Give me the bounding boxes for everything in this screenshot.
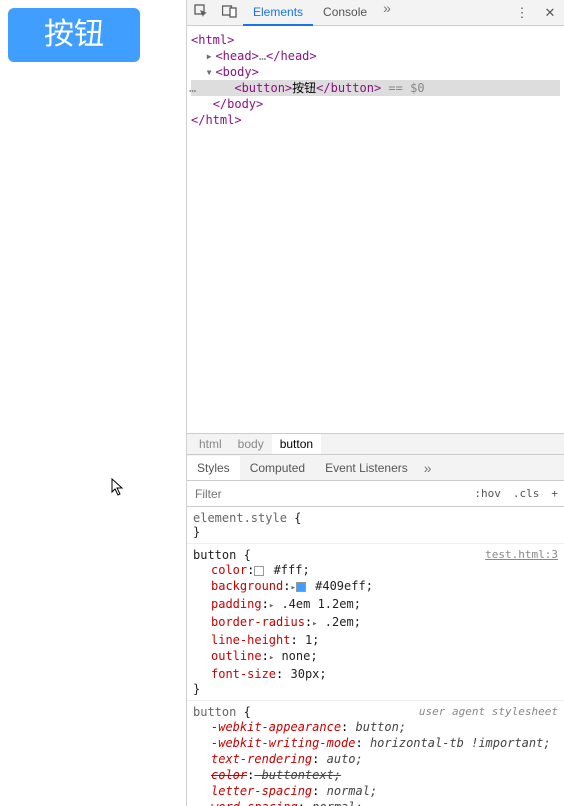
dom-html-open[interactable]: <html> [191,33,234,47]
subtabs-more-icon[interactable]: » [418,460,438,476]
close-icon[interactable]: ✕ [540,5,560,21]
ua-source: user agent stylesheet [419,705,558,718]
hov-toggle[interactable]: :hov [468,483,507,504]
css-declaration[interactable]: word-spacing: normal; [193,799,558,806]
subtab-styles[interactable]: Styles [187,456,240,480]
dom-body-close[interactable]: </body> [213,97,264,111]
css-declaration[interactable]: outline:▸ none; [193,648,558,666]
filter-input[interactable] [187,483,468,505]
source-link[interactable]: test.html:3 [485,548,558,561]
crumb-button[interactable]: button [272,434,321,454]
rule-button[interactable]: test.html:3 button { color: #fff;backgro… [187,544,564,701]
dom-html-close[interactable]: </html> [191,113,242,127]
rule-user-agent[interactable]: user agent stylesheet button { -webkit-a… [187,701,564,806]
dom-body-open[interactable]: <body> [215,65,258,79]
devtools-panel: Elements Console » ⋮ ✕ <html> ▸<head>…</… [186,0,564,806]
mouse-cursor [111,478,125,501]
crumb-body[interactable]: body [230,434,272,454]
styles-subtabs: Styles Computed Event Listeners » [187,455,564,481]
styles-filter-bar: :hov .cls + [187,481,564,507]
demo-button[interactable]: 按钮 [8,8,140,62]
css-declaration[interactable]: -webkit-appearance: button; [193,719,558,735]
tab-console[interactable]: Console [313,0,377,26]
device-toggle-icon[interactable] [219,5,239,21]
dom-head-open[interactable]: <head> [215,49,258,63]
css-declaration[interactable]: padding:▸ .4em 1.2em; [193,596,558,614]
tabs-more-icon[interactable]: » [377,0,397,26]
css-declaration[interactable]: border-radius:▸ .2em; [193,614,558,632]
css-declaration[interactable]: font-size: 30px; [193,666,558,682]
cls-toggle[interactable]: .cls [507,483,546,504]
subtab-eventlisteners[interactable]: Event Listeners [315,456,418,480]
dom-tree[interactable]: <html> ▸<head>…</head> ▾<body> … <button… [187,26,564,134]
css-declaration[interactable]: background:▸ #409eff; [193,578,558,596]
kebab-menu-icon[interactable]: ⋮ [512,5,532,21]
css-declaration[interactable]: color: buttontext; [193,767,558,783]
breadcrumb: html body button [187,433,564,455]
styles-pane[interactable]: element.style { } test.html:3 button { c… [187,507,564,806]
crumb-html[interactable]: html [191,434,230,454]
dom-selected-line[interactable]: … <button>按钮</button> == $0 [191,80,560,96]
new-rule-button[interactable]: + [545,483,564,504]
css-declaration[interactable]: letter-spacing: normal; [193,783,558,799]
inspect-icon[interactable] [191,4,211,21]
tab-elements[interactable]: Elements [243,0,313,26]
css-declaration[interactable]: text-rendering: auto; [193,751,558,767]
page-viewport: 按钮 [0,0,186,806]
rule-element-style[interactable]: element.style { } [187,507,564,544]
devtools-toolbar: Elements Console » ⋮ ✕ [187,0,564,26]
css-declaration[interactable]: color: #fff; [193,562,558,578]
devtools-tabs: Elements Console » [243,0,508,26]
subtab-computed[interactable]: Computed [240,456,315,480]
css-declaration[interactable]: -webkit-writing-mode: horizontal-tb !imp… [193,735,558,751]
css-declaration[interactable]: line-height: 1; [193,632,558,648]
